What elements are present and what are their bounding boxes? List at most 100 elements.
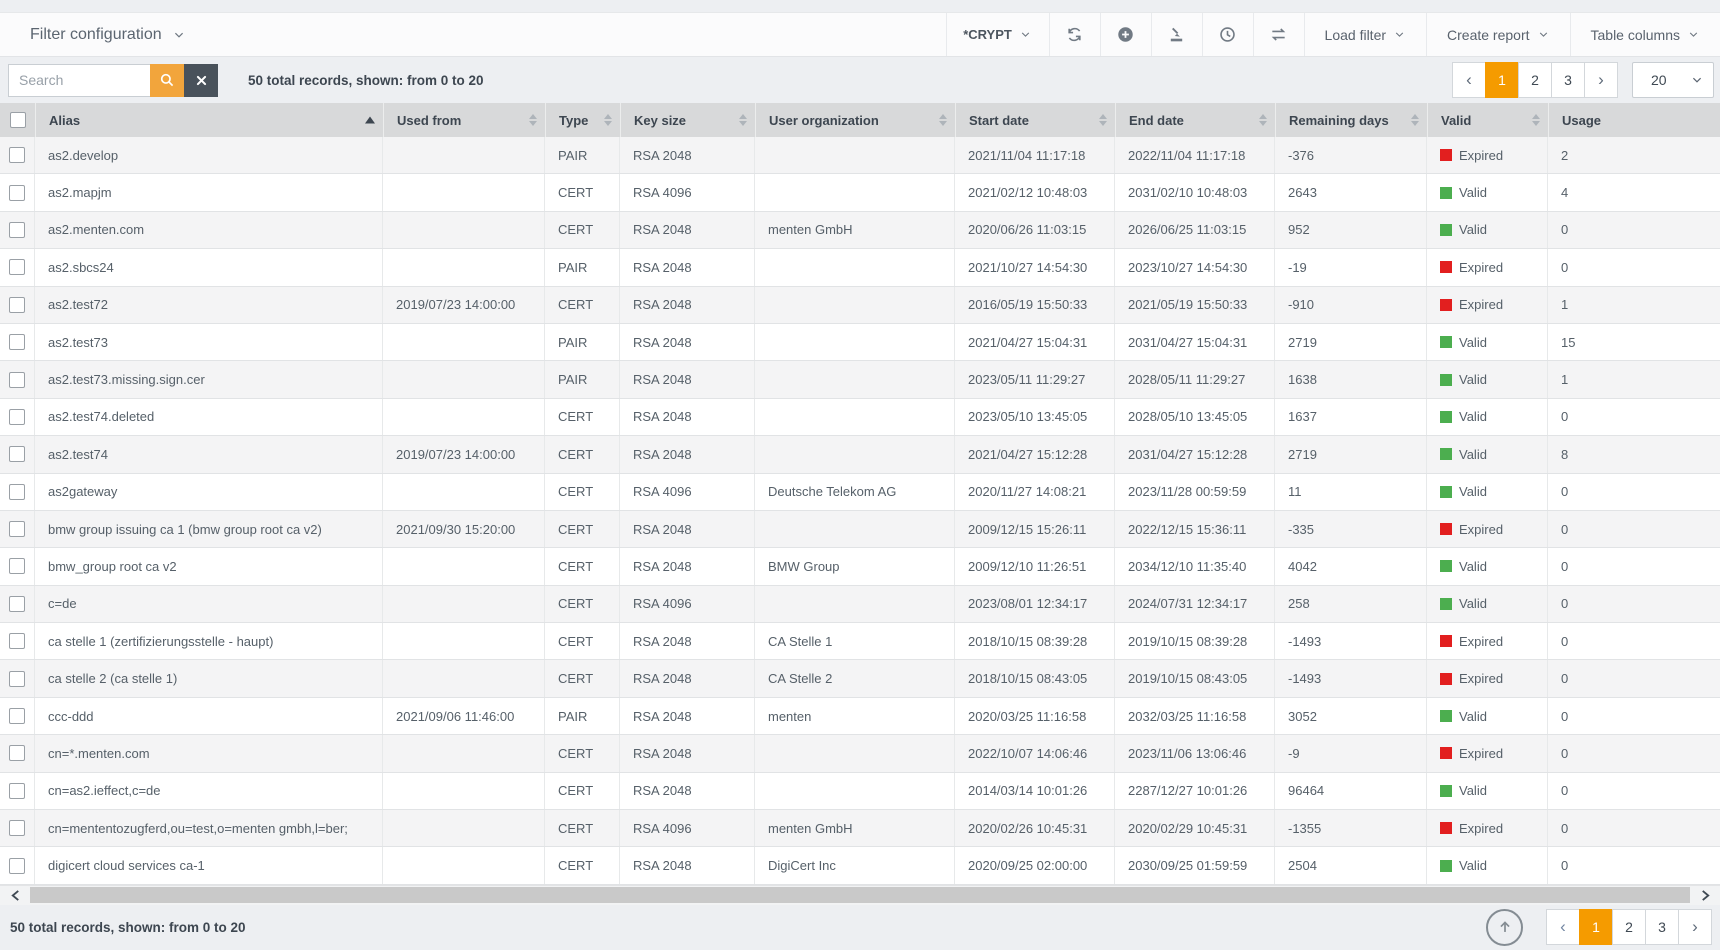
row-checkbox[interactable] (9, 858, 25, 874)
history-button[interactable] (1202, 13, 1253, 56)
cell-alias: cn=*.menten.com (35, 735, 383, 771)
search-button[interactable] (150, 64, 184, 97)
scroll-right-arrow[interactable] (1690, 885, 1720, 905)
column-header-user-organization[interactable]: User organization (755, 103, 955, 137)
row-checkbox[interactable] (9, 297, 25, 313)
column-header-key-size[interactable]: Key size (620, 103, 755, 137)
table-columns-dropdown[interactable]: Table columns (1570, 13, 1720, 56)
row-checkbox[interactable] (9, 745, 25, 761)
add-button[interactable] (1100, 13, 1151, 56)
page-button-3[interactable]: 3 (1551, 62, 1585, 98)
page-button-1[interactable]: 1 (1579, 909, 1613, 945)
load-filter-dropdown[interactable]: Load filter (1304, 13, 1426, 56)
row-checkbox[interactable] (9, 671, 25, 687)
table-body: as2.develop PAIR RSA 2048 2021/11/04 11:… (0, 137, 1720, 885)
row-checkbox[interactable] (9, 708, 25, 724)
table-row[interactable]: bmw_group root ca v2 CERT RSA 2048 BMW G… (0, 548, 1720, 585)
table-row[interactable]: as2gateway CERT RSA 4096 Deutsche Teleko… (0, 474, 1720, 511)
table-row[interactable]: c=de CERT RSA 4096 2023/08/01 12:34:17 2… (0, 586, 1720, 623)
column-header-valid[interactable]: Valid (1427, 103, 1548, 137)
page-button-3[interactable]: 3 (1645, 909, 1679, 945)
cell-valid: Valid (1427, 436, 1548, 472)
filter-configuration-dropdown[interactable]: Filter configuration (0, 13, 946, 56)
table-row[interactable]: ca stelle 1 (zertifizierungsstelle - hau… (0, 623, 1720, 660)
table-row[interactable]: as2.test72 2019/07/23 14:00:00 CERT RSA … (0, 287, 1720, 324)
cell-start-date: 2023/05/10 13:45:05 (955, 399, 1115, 435)
row-checkbox[interactable] (9, 446, 25, 462)
cell-start-date: 2018/10/15 08:39:28 (955, 623, 1115, 659)
table-row[interactable]: as2.test73 PAIR RSA 2048 2021/04/27 15:0… (0, 324, 1720, 361)
table-row[interactable]: cn=*.menten.com CERT RSA 2048 2022/10/07… (0, 735, 1720, 772)
next-page-button[interactable]: › (1584, 62, 1618, 98)
status-square-icon (1440, 822, 1452, 834)
cell-key-size: RSA 2048 (620, 324, 755, 360)
row-checkbox[interactable] (9, 558, 25, 574)
table-row[interactable]: as2.mapjm CERT RSA 4096 2021/02/12 10:48… (0, 174, 1720, 211)
cell-start-date: 2016/05/19 15:50:33 (955, 287, 1115, 323)
cell-remaining-days: -1355 (1275, 810, 1427, 846)
column-header-type[interactable]: Type (545, 103, 620, 137)
cell-alias: ca stelle 1 (zertifizierungsstelle - hau… (35, 623, 383, 659)
table-row[interactable]: ccc-ddd 2021/09/06 11:46:00 PAIR RSA 204… (0, 698, 1720, 735)
next-page-button[interactable]: › (1678, 909, 1712, 945)
table-row[interactable]: as2.test73.missing.sign.cer PAIR RSA 204… (0, 361, 1720, 398)
cell-usage: 0 (1548, 810, 1720, 846)
row-checkbox[interactable] (9, 820, 25, 836)
row-checkbox[interactable] (9, 596, 25, 612)
scroll-left-arrow[interactable] (0, 885, 30, 905)
cell-valid: Valid (1427, 361, 1548, 397)
transfer-button[interactable] (1253, 13, 1304, 56)
row-checkbox[interactable] (9, 633, 25, 649)
page-size-select[interactable]: 20 (1632, 62, 1714, 98)
table-row[interactable]: as2.develop PAIR RSA 2048 2021/11/04 11:… (0, 137, 1720, 174)
page-button-1[interactable]: 1 (1485, 62, 1519, 98)
row-checkbox-cell (0, 511, 35, 547)
cell-used-from (383, 249, 545, 285)
column-header-end-date[interactable]: End date (1115, 103, 1275, 137)
row-checkbox[interactable] (9, 259, 25, 275)
row-checkbox[interactable] (9, 222, 25, 238)
row-checkbox[interactable] (9, 147, 25, 163)
table-row[interactable]: digicert cloud services ca-1 CERT RSA 20… (0, 847, 1720, 884)
page-button-2[interactable]: 2 (1612, 909, 1646, 945)
cell-valid: Expired (1427, 660, 1548, 696)
row-checkbox[interactable] (9, 334, 25, 350)
table-row[interactable]: bmw group issuing ca 1 (bmw group root c… (0, 511, 1720, 548)
page-button-2[interactable]: 2 (1518, 62, 1552, 98)
cell-start-date: 2020/06/26 11:03:15 (955, 212, 1115, 248)
crypt-dropdown[interactable]: *CRYPT (946, 13, 1049, 56)
column-header-start-date[interactable]: Start date (955, 103, 1115, 137)
row-checkbox[interactable] (9, 521, 25, 537)
search-input[interactable] (8, 64, 150, 97)
column-header-used-from[interactable]: Used from (383, 103, 545, 137)
status-square-icon (1440, 336, 1452, 348)
row-checkbox[interactable] (9, 372, 25, 388)
row-checkbox[interactable] (9, 409, 25, 425)
table-row[interactable]: cn=as2.ieffect,c=de CERT RSA 2048 2014/0… (0, 773, 1720, 810)
sign-button[interactable] (1151, 13, 1202, 56)
previous-page-button[interactable]: ‹ (1546, 909, 1580, 945)
cell-start-date: 2021/10/27 14:54:30 (955, 249, 1115, 285)
scroll-to-top-button[interactable] (1486, 909, 1523, 946)
table-row[interactable]: as2.menten.com CERT RSA 2048 menten GmbH… (0, 212, 1720, 249)
column-header-remaining-days[interactable]: Remaining days (1275, 103, 1427, 137)
create-report-dropdown[interactable]: Create report (1426, 13, 1569, 56)
refresh-button[interactable] (1049, 13, 1100, 56)
scrollbar-thumb[interactable] (30, 887, 1690, 903)
row-checkbox[interactable] (9, 783, 25, 799)
table-row[interactable]: ca stelle 2 (ca stelle 1) CERT RSA 2048 … (0, 660, 1720, 697)
row-checkbox[interactable] (9, 484, 25, 500)
cell-end-date: 2023/11/28 00:59:59 (1115, 474, 1275, 510)
status-square-icon (1440, 187, 1452, 199)
clear-search-button[interactable] (184, 64, 218, 97)
table-row[interactable]: as2.test74.deleted CERT RSA 2048 2023/05… (0, 399, 1720, 436)
row-checkbox-cell (0, 436, 35, 472)
table-row[interactable]: as2.sbcs24 PAIR RSA 2048 2021/10/27 14:5… (0, 249, 1720, 286)
previous-page-button[interactable]: ‹ (1452, 62, 1486, 98)
row-checkbox[interactable] (9, 185, 25, 201)
select-all-checkbox[interactable] (10, 112, 26, 128)
column-header-alias[interactable]: Alias (35, 103, 383, 137)
table-row[interactable]: as2.test74 2019/07/23 14:00:00 CERT RSA … (0, 436, 1720, 473)
column-header-usage[interactable]: Usage (1548, 103, 1720, 137)
table-row[interactable]: cn=mententozugferd,ou=test,o=menten gmbh… (0, 810, 1720, 847)
